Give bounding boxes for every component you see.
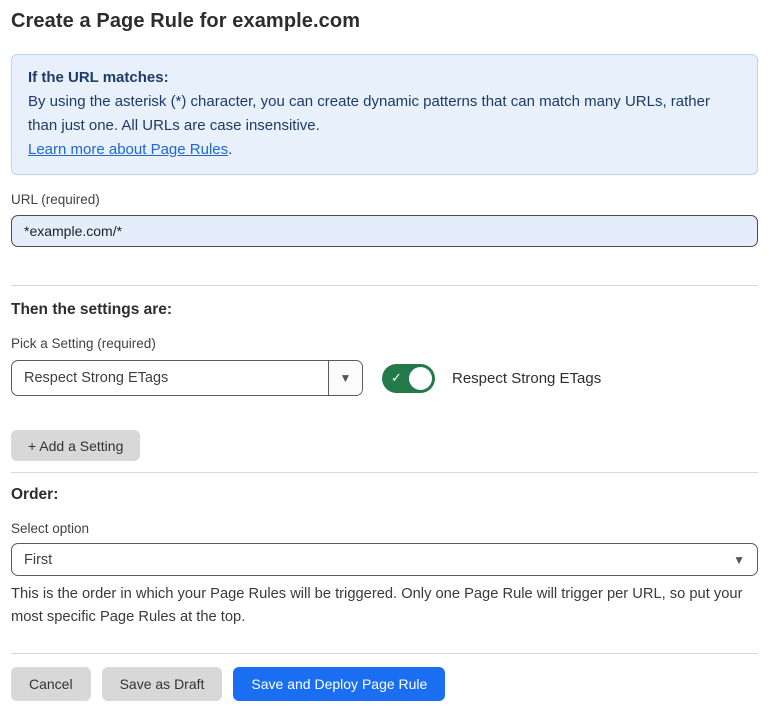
url-input[interactable] bbox=[11, 215, 758, 247]
check-icon: ✓ bbox=[391, 370, 402, 386]
url-match-info-box: If the URL matches: By using the asteris… bbox=[11, 54, 758, 175]
toggle-knob bbox=[409, 367, 432, 390]
info-box-heading: If the URL matches: bbox=[28, 66, 741, 90]
setting-select[interactable]: Respect Strong ETags ▼ bbox=[11, 360, 363, 396]
save-and-deploy-button[interactable]: Save and Deploy Page Rule bbox=[233, 667, 445, 701]
url-field-label: URL (required) bbox=[11, 192, 758, 207]
form-actions: Cancel Save as Draft Save and Deploy Pag… bbox=[11, 667, 758, 701]
divider bbox=[11, 653, 758, 654]
setting-select-caret-button[interactable]: ▼ bbox=[328, 361, 362, 395]
learn-more-link[interactable]: Learn more about Page Rules bbox=[28, 141, 228, 158]
order-help-text: This is the order in which your Page Rul… bbox=[11, 583, 756, 629]
info-box-body: By using the asterisk (*) character, you… bbox=[28, 90, 741, 138]
divider bbox=[11, 472, 758, 473]
cancel-button[interactable]: Cancel bbox=[11, 667, 91, 701]
page-title: Create a Page Rule for example.com bbox=[11, 10, 758, 33]
order-select-label: Select option bbox=[11, 521, 758, 536]
info-box-link-line: Learn more about Page Rules. bbox=[28, 138, 741, 162]
setting-select-value: Respect Strong ETags bbox=[12, 361, 328, 395]
settings-section-heading: Then the settings are: bbox=[11, 301, 758, 319]
divider bbox=[11, 285, 758, 286]
toggle-label: Respect Strong ETags bbox=[452, 370, 601, 387]
save-as-draft-button[interactable]: Save as Draft bbox=[102, 667, 223, 701]
add-setting-button[interactable]: + Add a Setting bbox=[11, 430, 140, 461]
link-suffix: . bbox=[228, 141, 232, 158]
order-section-heading: Order: bbox=[11, 486, 758, 504]
order-select-value: First bbox=[24, 552, 733, 568]
pick-setting-label: Pick a Setting (required) bbox=[11, 336, 758, 351]
page-rule-form: Create a Page Rule for example.com If th… bbox=[0, 10, 769, 701]
setting-row: Respect Strong ETags ▼ ✓ Respect Strong … bbox=[11, 360, 758, 396]
respect-strong-etags-toggle[interactable]: ✓ bbox=[382, 364, 435, 393]
chevron-down-icon: ▼ bbox=[733, 553, 745, 567]
order-select[interactable]: First ▼ bbox=[11, 543, 758, 576]
chevron-down-icon: ▼ bbox=[340, 371, 352, 385]
